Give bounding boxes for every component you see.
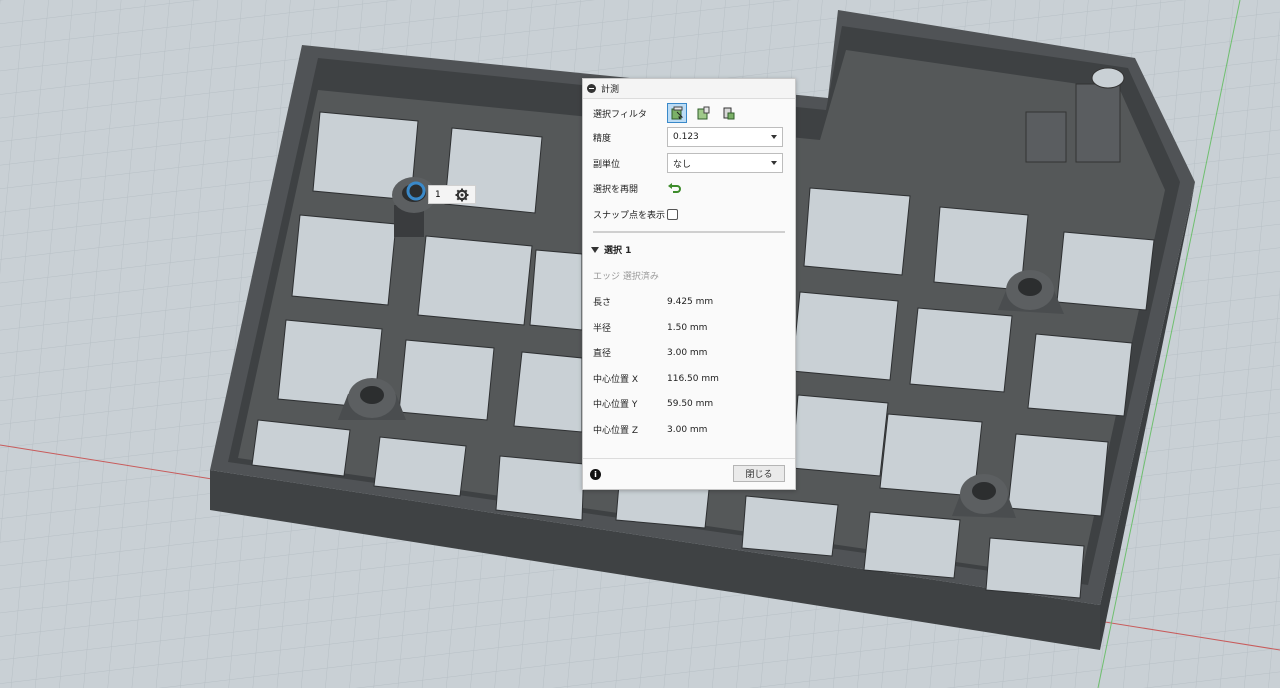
measure-label: 半径: [593, 324, 612, 334]
filter-face-button[interactable]: [693, 103, 713, 123]
precision-value: 0.123: [673, 132, 699, 142]
subunit-select[interactable]: なし: [667, 153, 783, 173]
precision-select[interactable]: 0.123: [667, 127, 783, 147]
measure-value: 1.50 mm: [667, 322, 708, 333]
section-divider: [593, 231, 785, 233]
subunit-label: 副単位: [593, 159, 621, 170]
selection-kind-row: エッジ 選択済み: [593, 269, 785, 282]
precision-label: 精度: [593, 133, 612, 144]
measure-row: 半径 1.50 mm: [593, 321, 785, 335]
settings-gear-icon[interactable]: [455, 188, 469, 202]
measure-label: 直径: [593, 349, 612, 359]
dialog-title: 計測: [601, 85, 620, 95]
footer-divider: [583, 458, 795, 459]
measure-label: 中心位置 Z: [593, 426, 639, 436]
precision-row: 精度 0.123: [593, 127, 785, 147]
measure-row: 直径 3.00 mm: [593, 346, 785, 360]
subunit-row: 副単位 なし: [593, 153, 785, 173]
dialog-titlebar[interactable]: 計測: [583, 79, 795, 99]
edge-filter-icon: [671, 106, 684, 120]
measure-value: 116.50 mm: [667, 373, 719, 384]
chevron-down-icon: [771, 135, 777, 139]
restart-selection-row: 選択を再開: [593, 179, 785, 197]
selection-filter-row: 選択フィルタ: [593, 103, 785, 123]
snap-points-label: スナップ点を表示: [593, 210, 666, 221]
snap-points-row: スナップ点を表示: [593, 205, 785, 223]
measure-dialog[interactable]: 計測 選択フィルタ 精度 0.123 副単位 なし 選択を再開 スナップ点を表示…: [582, 78, 796, 490]
collapse-minus-icon[interactable]: [587, 84, 596, 93]
subunit-value: なし: [673, 159, 692, 170]
restart-selection-label: 選択を再開: [593, 184, 639, 195]
measure-label: 中心位置 X: [593, 375, 639, 385]
measure-label: 長さ: [593, 298, 612, 308]
measure-label: 中心位置 Y: [593, 400, 638, 410]
measure-value: 3.00 mm: [667, 424, 708, 435]
body-filter-icon: [723, 107, 735, 120]
measure-value: 3.00 mm: [667, 347, 708, 358]
expand-triangle-icon: [591, 246, 599, 253]
measure-value: 59.50 mm: [667, 398, 714, 409]
selection-kind-text: エッジ 選択済み: [593, 272, 659, 282]
measure-row: 中心位置 X 116.50 mm: [593, 372, 785, 386]
selection-chip[interactable]: 1: [428, 185, 476, 204]
measure-row: 中心位置 Z 3.00 mm: [593, 423, 785, 437]
selection-chip-number: 1: [435, 189, 441, 200]
measure-row: 長さ 9.425 mm: [593, 295, 785, 309]
measure-row: 中心位置 Y 59.50 mm: [593, 397, 785, 411]
restart-arrow-icon[interactable]: [667, 181, 681, 195]
chevron-down-icon: [771, 161, 777, 165]
info-icon[interactable]: i: [590, 469, 601, 480]
selection-section-title: 選択 1: [604, 246, 632, 256]
face-filter-icon: [697, 106, 710, 120]
filter-edge-button[interactable]: [667, 103, 687, 123]
snap-points-checkbox[interactable]: [667, 208, 678, 220]
filter-body-button[interactable]: [719, 103, 739, 123]
selection-filter-label: 選択フィルタ: [593, 109, 647, 120]
measure-value: 9.425 mm: [667, 296, 714, 307]
close-button[interactable]: 閉じる: [733, 465, 785, 482]
selection-section-header[interactable]: 選択 1: [591, 243, 631, 256]
